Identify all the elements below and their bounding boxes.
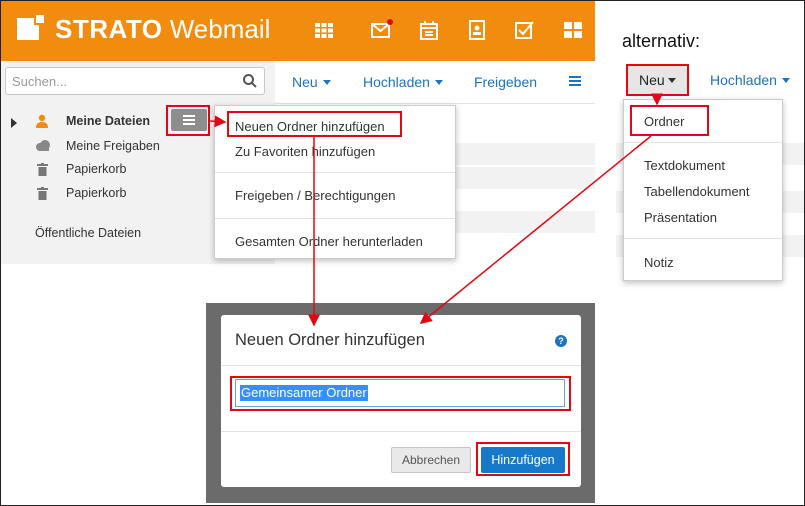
arrow-to-menu-item	[209, 115, 227, 128]
screenshot-frame: STRATO Webmail Suchen... Meine Dateien M…	[0, 0, 805, 506]
annotation-arrows	[209, 93, 663, 327]
arrow-ordner-to-dialog	[419, 135, 652, 324]
